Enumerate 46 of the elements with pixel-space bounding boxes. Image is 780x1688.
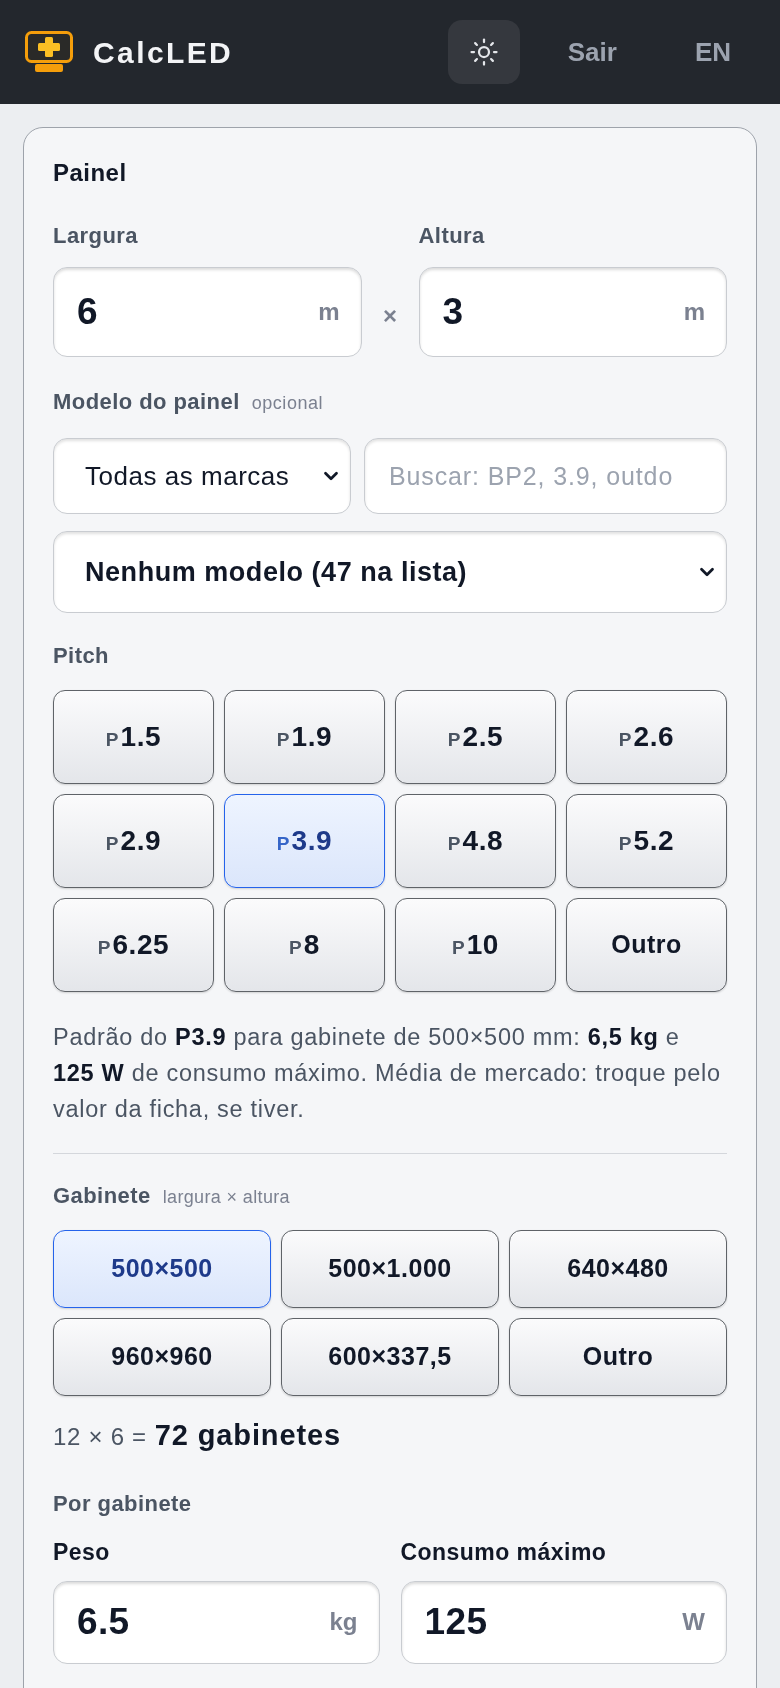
language-button[interactable]: EN [670, 22, 755, 82]
cabinet-option[interactable]: 600×337,5 [281, 1318, 499, 1396]
pitch-option[interactable]: P8 [224, 898, 385, 992]
cabinet-option[interactable]: 500×1.000 [281, 1230, 499, 1308]
pitch-option[interactable]: P4.8 [395, 794, 556, 888]
dimension-hint: largura × altura [162, 1186, 290, 1209]
cabinet-count: 72 gabinetes [154, 1418, 341, 1453]
cabinet-option[interactable]: Outro [509, 1318, 727, 1396]
unit-label: W [682, 1607, 705, 1637]
field-label: Pitch [53, 643, 109, 668]
pitch-option[interactable]: P3.9 [224, 794, 385, 888]
pitch-option[interactable]: Outro [566, 898, 727, 992]
sun-icon [468, 37, 499, 67]
unit-label: kg [329, 1607, 358, 1637]
theme-toggle-button[interactable] [447, 20, 520, 84]
times-sign: × [383, 301, 397, 331]
pitch-option[interactable]: P2.6 [566, 690, 727, 784]
cabinet-option[interactable]: 960×960 [53, 1318, 271, 1396]
model-select[interactable]: Nenhum modelo (47 na lista) [53, 531, 727, 613]
field-label: Gabinete [53, 1183, 151, 1209]
app-name: CalcLED [93, 34, 234, 71]
search-input[interactable]: Buscar: BP2, 3.9, outdo [364, 438, 727, 514]
optional-hint: opcional [251, 392, 324, 415]
pitch-option[interactable]: P 1.5 [53, 690, 214, 784]
cabinet-option[interactable]: 500×500 [53, 1230, 271, 1308]
logout-button[interactable]: Sair [543, 22, 641, 82]
field-label: Largura [53, 223, 138, 249]
cabinet-option[interactable]: 640×480 [509, 1230, 727, 1308]
pitch-option[interactable]: P2.5 [395, 690, 556, 784]
pitch-note: Padrão do P3.9 para gabinete de 500×500 mm: 6,5 kg e 125 W de consumo máximo. Média de mercado: troque pelo valor da ficha, se tiver. [53, 1023, 722, 1124]
field-label: Por gabinete [53, 1490, 192, 1516]
field-label: Altura [418, 223, 485, 249]
pitch-option[interactable]: P 10 [395, 898, 556, 992]
count-formula: 12 × 6 = [53, 1422, 147, 1452]
logo-icon [25, 31, 73, 73]
section-title: Painel [53, 159, 128, 187]
unit-label: m [318, 297, 340, 327]
unit-label: m [683, 297, 705, 327]
field-label: Consumo máximo [400, 1538, 607, 1565]
pitch-option[interactable]: P6.25 [53, 898, 214, 992]
brand-select[interactable]: Todas as marcas [53, 438, 351, 514]
field-label: Modelo do painel [53, 389, 240, 415]
field-label: Peso [53, 1538, 110, 1565]
pitch-option[interactable]: P5.2 [566, 794, 727, 888]
pitch-option[interactable]: P 1.9 [224, 690, 385, 784]
pitch-option[interactable]: P2.9 [53, 794, 214, 888]
